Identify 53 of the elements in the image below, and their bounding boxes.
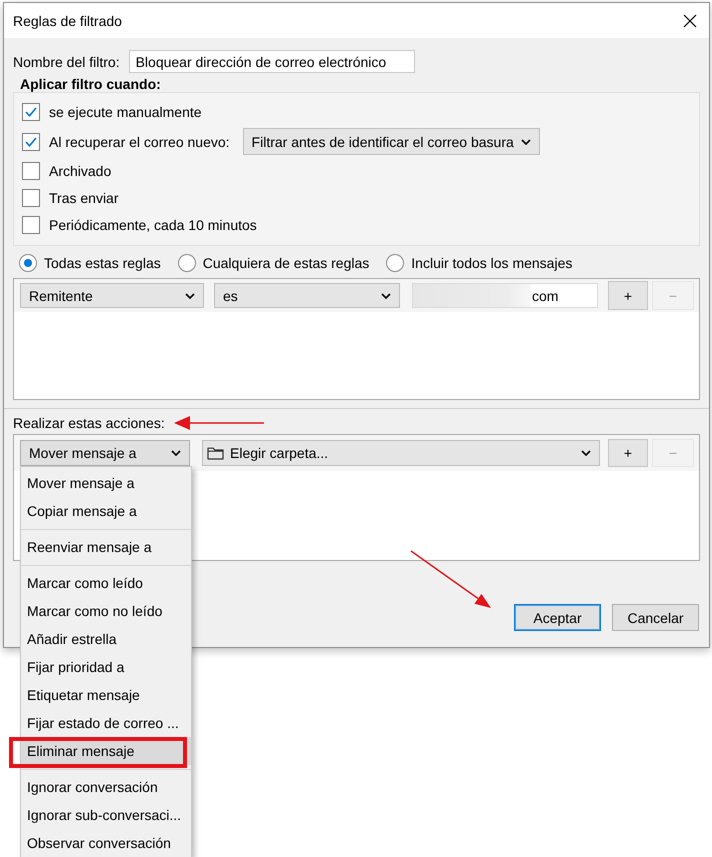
cancel-button[interactable]: Cancelar — [612, 604, 699, 631]
add-button[interactable]: + — [608, 439, 648, 467]
menu-item[interactable]: Copiar mensaje a — [21, 497, 191, 525]
dropdown[interactable]: Mover mensaje a — [20, 440, 190, 466]
menu-item[interactable]: Observar conversación — [21, 829, 191, 857]
chevron-down-icon — [581, 450, 591, 456]
menu-item[interactable]: Marcar como no leído — [21, 597, 191, 625]
checkbox-label[interactable]: Archivado — [49, 163, 112, 179]
menu-item[interactable]: Fijar prioridad a — [21, 653, 191, 681]
accept-button[interactable]: Aceptar — [514, 604, 601, 631]
checkbox[interactable] — [22, 216, 40, 234]
window-title: Reglas de filtrado — [13, 12, 122, 28]
dropdown[interactable]: Filtrar antes de identificar el correo basura — [242, 128, 540, 155]
menu-item[interactable]: Añadir estrella — [21, 625, 191, 653]
chevron-down-icon — [520, 138, 531, 144]
menu-item[interactable]: Ignorar sub-conversaci... — [21, 801, 191, 829]
radio-label[interactable]: Cualquiera de estas reglas — [202, 255, 370, 271]
checkbox-label[interactable]: se ejecute manualmente — [49, 104, 202, 120]
checkbox-label[interactable]: Tras enviar — [49, 190, 119, 206]
close-icon — [683, 14, 697, 28]
menu-item[interactable]: Ignorar conversación — [21, 773, 191, 801]
checkbox[interactable] — [22, 162, 40, 180]
menu-item[interactable]: Etiquetar mensaje — [21, 681, 191, 709]
add-button[interactable]: + — [608, 281, 648, 310]
dropdown[interactable]: es — [214, 283, 400, 308]
folder-dropdown[interactable]: Elegir carpeta... — [202, 440, 600, 466]
checkmark-icon — [25, 107, 37, 117]
chevron-down-icon — [171, 450, 181, 456]
text-field[interactable]: com — [412, 283, 598, 308]
dropdown[interactable]: Remitente — [20, 283, 204, 308]
radio-button[interactable] — [178, 254, 196, 272]
checkbox[interactable] — [22, 103, 40, 121]
section-label: Realizar estas acciones: — [13, 415, 165, 431]
menu-item[interactable]: Reenviar mensaje a — [21, 533, 191, 561]
checkbox[interactable] — [22, 189, 40, 207]
menu-item[interactable]: Fijar estado de correo ... — [21, 709, 191, 737]
checkbox[interactable] — [22, 132, 40, 150]
section-heading: Aplicar filtro cuando: — [20, 76, 162, 92]
chevron-down-icon — [381, 292, 391, 298]
checkbox-label[interactable]: Periódicamente, cada 10 minutos — [49, 217, 257, 233]
menu-item[interactable]: Mover mensaje a — [21, 469, 191, 497]
close-button[interactable] — [683, 14, 697, 28]
checkmark-icon — [25, 136, 37, 146]
radio-button[interactable] — [386, 254, 404, 272]
radio-label[interactable]: Todas estas reglas — [44, 255, 161, 271]
radio-label[interactable]: Incluir todos los mensajes — [411, 255, 572, 271]
checkbox-label[interactable]: Al recuperar el correo nuevo: — [49, 134, 230, 150]
filter-name-field[interactable]: Bloquear dirección de correo electrónico — [128, 50, 415, 73]
folder-icon — [207, 446, 224, 460]
menu-item[interactable]: Marcar como leído — [21, 569, 191, 597]
chevron-down-icon — [185, 292, 195, 298]
filter-name-label: Nombre del filtro: — [13, 54, 120, 70]
radio-button[interactable] — [19, 254, 37, 272]
